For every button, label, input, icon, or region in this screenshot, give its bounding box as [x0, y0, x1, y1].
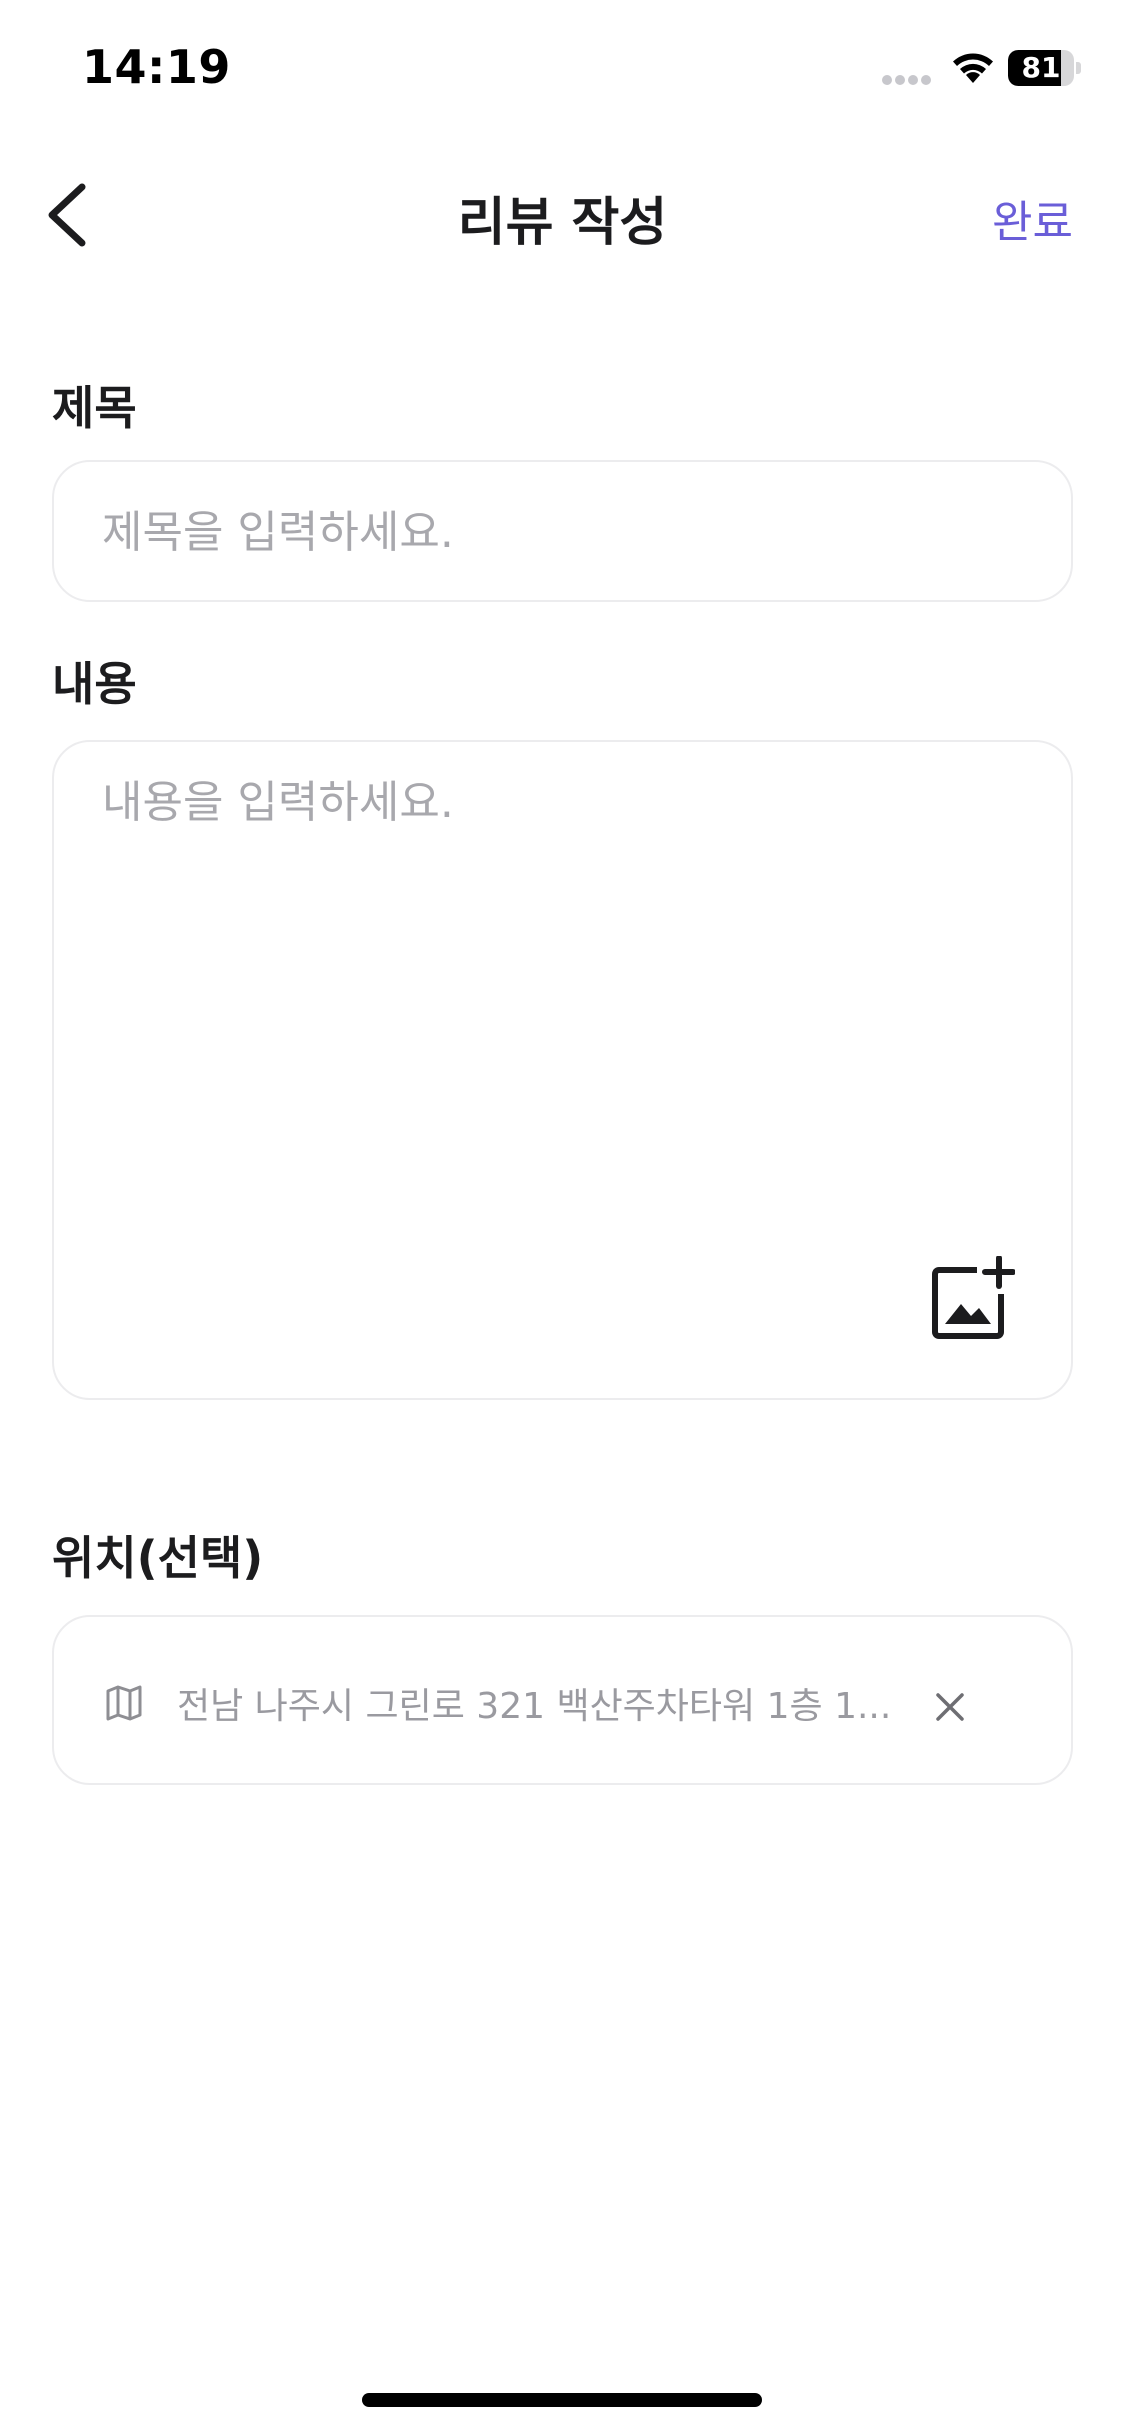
location-value[interactable]: 전남 나주시 그린로 321 백산주차타워 1층 1... [177, 1677, 917, 1729]
title-input[interactable] [102, 502, 1023, 562]
status-bar: 14:19 81 [0, 0, 1125, 140]
clear-location-button[interactable] [930, 1687, 970, 1727]
close-icon [936, 1693, 964, 1721]
wifi-icon [953, 53, 993, 83]
home-indicator [362, 2393, 762, 2407]
add-photo-button[interactable] [929, 1255, 1016, 1342]
status-time: 14:19 [82, 40, 231, 94]
content-label: 내용 [52, 657, 137, 711]
cellular-signal-icon [882, 75, 931, 85]
title-label: 제목 [52, 381, 137, 435]
content-input[interactable] [102, 772, 1023, 1272]
battery-level: 81 [1021, 51, 1061, 84]
battery-body: 81 [1008, 50, 1074, 86]
nav-bar: 리뷰 작성 완료 [0, 150, 1125, 280]
page-title: 리뷰 작성 [457, 193, 668, 253]
add-photo-icon [932, 1255, 1016, 1339]
title-field[interactable] [52, 460, 1073, 602]
location-field[interactable]: 전남 나주시 그린로 321 백산주차타워 1층 1... [52, 1615, 1073, 1785]
content-field[interactable] [52, 740, 1073, 1400]
battery-tip [1076, 62, 1081, 74]
map-icon [106, 1685, 142, 1721]
location-label: 위치(선택) [52, 1531, 264, 1585]
done-button[interactable]: 완료 [992, 186, 1073, 250]
battery-indicator: 81 [1008, 50, 1082, 86]
